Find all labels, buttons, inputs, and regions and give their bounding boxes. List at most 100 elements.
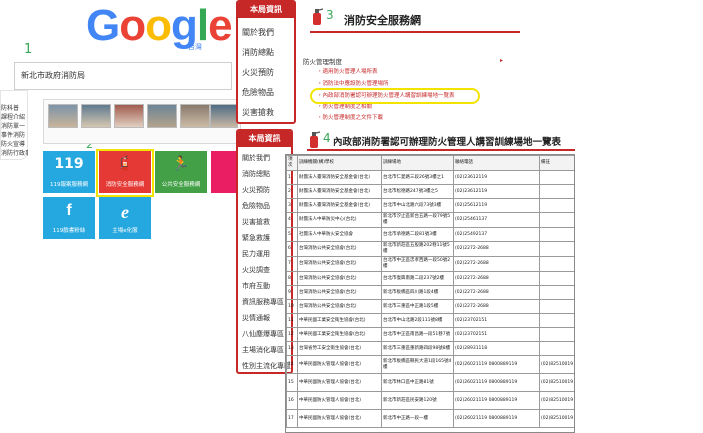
table-cell: 4 xyxy=(286,212,298,228)
sidebar-item[interactable]: 主場消化專區 xyxy=(242,345,284,355)
table-row: 2 財團法人臺灣消防安全基金會(台北) 台北市松德路247號3樓之5 (02)2361… xyxy=(286,184,574,199)
gallery-photo[interactable] xyxy=(210,104,238,128)
left-nav-item[interactable]: 防科普 xyxy=(1,103,28,112)
sidebar-item[interactable]: 火災預防 xyxy=(242,185,270,195)
sidebar-item[interactable]: 市府互動 xyxy=(242,281,270,291)
table-cell: (02)23612119 xyxy=(453,170,540,185)
sidebar-panel-top: 本局資訊 關於我們 消防總點 火災預防 危險物品 災害搶救 xyxy=(236,0,296,124)
table-cell: 財團法人臺灣消防安全基金會(台北) xyxy=(297,198,382,213)
sidebar-item[interactable]: 八仙塵爆專區 xyxy=(242,329,284,339)
table-cell: (02)23702151 xyxy=(453,313,540,328)
table-row: 13 台灣省勞工安全衛生協會(台北) 新北市三重區重新路四段98號8樓 (02)289… xyxy=(286,341,574,356)
table-cell: (02)2272-2688 xyxy=(453,271,540,286)
table-cell: 中華民國工業安全衛生協會(台北) xyxy=(297,327,382,342)
e-service-icon: e xyxy=(121,202,129,222)
table-row: 7 台灣消防公共安全協會(台北) 台北市中正區忠孝西路一段50號2樓 (02)2272… xyxy=(286,256,574,272)
table-cell: 5 xyxy=(286,227,298,242)
table-row: 12 中華民國工業安全衛生協會(台北) 台北市中正區南昌路一段51巷7號 (02)23… xyxy=(286,327,574,342)
table-cell: 新北市林口區中正路81號 xyxy=(381,373,454,392)
table-cell: 台灣消防公共安全協會(台北) xyxy=(297,256,382,272)
table-cell: 2 xyxy=(286,184,298,199)
table-cell xyxy=(539,256,574,272)
sidebar-item[interactable]: 火災預防 xyxy=(242,67,274,78)
table-cell: 新北市三重區中正路1段5樓 xyxy=(381,299,454,314)
table-cell: 6 xyxy=(286,241,298,257)
fire-extinguisher-icon xyxy=(313,8,324,25)
table-row: 1 財團法人臺灣消防安全基金會(台北) 台北市仁愛路三段26號3樓之1 (02)236… xyxy=(286,170,574,185)
sidebar-item[interactable]: 危險物品 xyxy=(242,201,270,211)
left-nav-item[interactable]: 消防單一 xyxy=(1,121,28,130)
tile-highlight-box xyxy=(96,149,154,197)
sidebar-title: 本局資訊 xyxy=(238,131,291,147)
sidebar-item[interactable]: 消防總點 xyxy=(242,169,270,179)
left-nav: 防科普 課程介紹 消防單一 事件消防 防火宣導 消防行政事項 xyxy=(0,90,28,160)
tile-public-safety[interactable]: 🏃 公共安全服務網 xyxy=(155,151,207,193)
gallery-photo[interactable] xyxy=(81,104,111,128)
table-cell: 15 xyxy=(286,373,298,392)
table-row: 8 台灣消防公共安全協會(台北) 台北市復興南路二段237號2樓 (02)2272-2… xyxy=(286,271,574,286)
table-cell: (02)23612119 xyxy=(453,184,540,199)
sidebar-item[interactable]: 火災調查 xyxy=(242,265,270,275)
sidebar-item[interactable]: 災情通報 xyxy=(242,313,270,323)
table-cell: 財團法人臺灣消防安全基金會(台北) xyxy=(297,184,382,199)
table-cell: 台北市中正區忠孝西路一段50號2樓 xyxy=(381,256,454,272)
table-cell xyxy=(539,299,574,314)
table-cell: (02)26021119 0800889119 xyxy=(453,409,540,428)
column-header: 訓練機關(構)學校 xyxy=(297,155,382,171)
sidebar-item[interactable]: 緊急救護 xyxy=(242,233,270,243)
table-row: 11 中華民國工業安全衛生協會(台北) 台北市中山北路2段111號8樓 (02)237… xyxy=(286,313,574,328)
gallery-photo[interactable] xyxy=(48,104,78,128)
training-sites-table-container[interactable]: 項次 訓練機關(構)學校 訓練場地 聯絡電話 備註 1 財團法人臺灣消防安全基金會… xyxy=(285,154,575,433)
sidebar-item[interactable]: 危險物品 xyxy=(242,87,274,98)
fire-extinguisher-icon xyxy=(310,131,321,148)
left-nav-item[interactable]: 事件消防 xyxy=(1,130,28,139)
table-cell: 新北市板橋區縣民大道1段165號4樓 xyxy=(381,355,454,374)
table-cell: (02)2272-2688 xyxy=(453,256,540,272)
table-cell: 台北市仁愛路三段26號3樓之1 xyxy=(381,170,454,185)
sidebar-item[interactable]: 關於我們 xyxy=(242,153,270,163)
link-item[interactable]: ・消防法中應設防火管理場所 xyxy=(317,79,389,87)
table-cell: (02)25492137 xyxy=(453,227,540,242)
table-cell: 台北市中山北路六段73號3樓 xyxy=(381,198,454,213)
logo-letter: o xyxy=(145,1,172,50)
table-cell xyxy=(539,170,574,185)
sidebar-item[interactable]: 關於我們 xyxy=(242,27,274,38)
table-cell xyxy=(539,212,574,228)
table-cell: 新北市新莊區民安路120號 xyxy=(381,391,454,410)
sidebar-item[interactable]: 災害搶救 xyxy=(242,217,270,227)
gallery-photo[interactable] xyxy=(147,104,177,128)
heading-divider xyxy=(307,149,575,151)
training-sites-table: 項次 訓練機關(構)學校 訓練場地 聯絡電話 備註 1 財團法人臺灣消防安全基金會… xyxy=(286,155,574,428)
tile-e-service[interactable]: e 主場e化服 xyxy=(99,197,151,239)
link-item[interactable]: ・適用防火管理人場所表 xyxy=(317,67,378,75)
sidebar-item[interactable]: 民力運用 xyxy=(242,249,270,259)
table-cell: 7 xyxy=(286,256,298,272)
link-highlight-oval xyxy=(310,88,480,104)
link-item[interactable]: ・防火管理制度之文件下載 xyxy=(317,113,383,121)
left-nav-item[interactable]: 消防行政事項 xyxy=(1,148,28,157)
column-header: 項次 xyxy=(286,155,298,171)
left-nav-item[interactable]: 防火宣導 xyxy=(1,139,28,148)
table-cell: (02)2272-2688 xyxy=(453,241,540,257)
column-header: 備註 xyxy=(539,155,574,171)
tile-partial[interactable] xyxy=(211,151,237,193)
table-cell: (02)82510019 xyxy=(539,391,574,410)
left-nav-item[interactable]: 課程介紹 xyxy=(1,112,28,121)
table-cell xyxy=(539,271,574,286)
table-cell: 台北市承德路二段81號3樓 xyxy=(381,227,454,242)
sidebar-item[interactable]: 消防總點 xyxy=(242,47,274,58)
table-cell: (02)23702151 xyxy=(453,327,540,342)
sidebar-item[interactable]: 災害搶救 xyxy=(242,107,274,118)
gallery-photo[interactable] xyxy=(114,104,144,128)
table-cell: 中華民國防火管理人協會(台北) xyxy=(297,409,382,428)
gallery-photo[interactable] xyxy=(180,104,210,128)
column-header: 訓練場地 xyxy=(381,155,454,171)
sidebar-item[interactable]: 資訊服務專區 xyxy=(242,297,284,307)
sidebar-item[interactable]: 性別主流化專區 xyxy=(242,361,291,371)
tile-119-report[interactable]: 119 119報案服務網 xyxy=(43,151,95,193)
table-cell: 台北市松德路247號3樓之5 xyxy=(381,184,454,199)
tile-facebook[interactable]: f 119臉書粉絲 xyxy=(43,197,95,239)
column-header: 聯絡電話 xyxy=(453,155,540,171)
table-cell: 9 xyxy=(286,285,298,300)
site-header: 新北市政府消防局 xyxy=(14,62,232,90)
